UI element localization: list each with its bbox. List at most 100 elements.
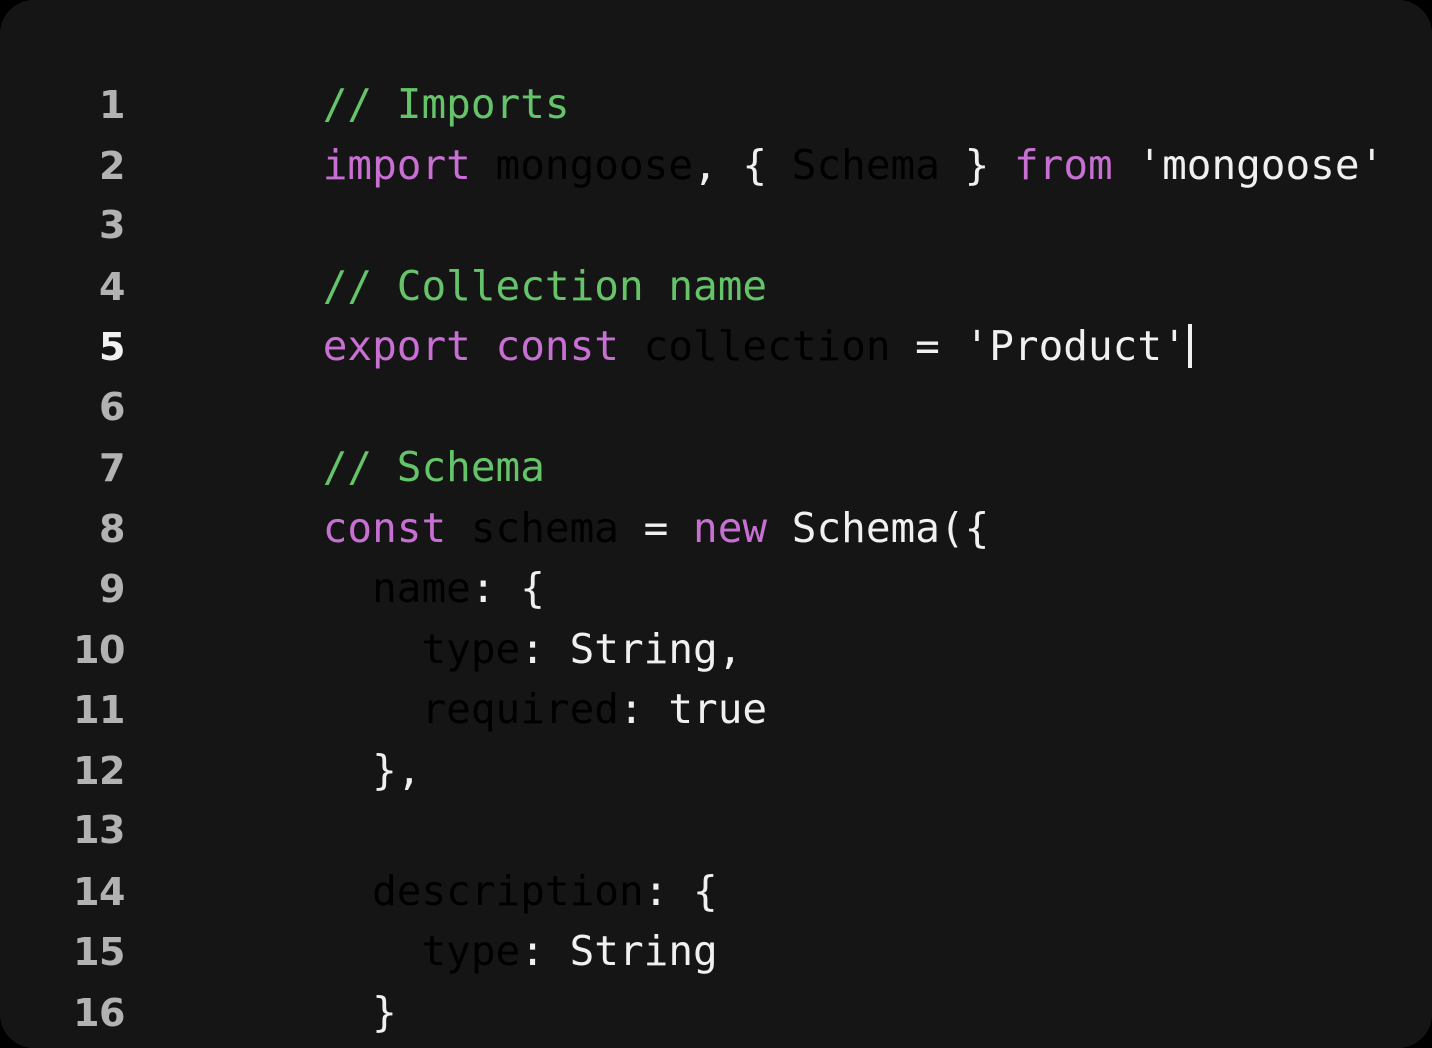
line-number: 1 [99, 83, 125, 127]
line-number: 9 [99, 567, 125, 611]
code-token-string: 'mongoose' [1137, 140, 1385, 189]
code-line[interactable]: 12 }, [0, 740, 1432, 801]
code-editor-surface: 1 // Imports 2 import mongoose, { Schema … [0, 0, 1432, 1048]
code-editor-lines[interactable]: 1 // Imports 2 import mongoose, { Schema … [0, 74, 1432, 1042]
code-token-punct: } [939, 140, 1014, 189]
text-cursor-caret [1187, 324, 1192, 368]
code-line[interactable]: 2 import mongoose, { Schema } from 'mong… [0, 135, 1432, 196]
code-line[interactable]: 8 const schema = new Schema({ [0, 498, 1432, 559]
code-token-punct: , { [693, 140, 792, 189]
code-token-plain: Schema({ [791, 503, 990, 552]
code-line-content[interactable]: // Imports [125, 74, 1432, 135]
code-token-keyword: new [693, 503, 768, 552]
line-number: 16 [73, 990, 125, 1035]
code-line-content[interactable]: required: true [125, 679, 1432, 740]
code-token-property: required [421, 685, 619, 733]
code-token-property: description [372, 866, 644, 915]
code-token-identifier: mongoose [495, 140, 694, 189]
line-number: 4 [99, 264, 125, 309]
code-token-punct: : [520, 624, 570, 673]
code-token-comment: // Imports [322, 80, 570, 128]
code-line-content[interactable]: type: String, [125, 619, 1432, 680]
line-number: 11 [73, 688, 125, 732]
line-number: 2 [99, 143, 125, 188]
code-token-punct: : [618, 685, 669, 733]
line-number: 15 [73, 930, 125, 974]
line-number: 5 [99, 325, 125, 369]
code-line-content[interactable]: export const collection = 'Product' [125, 316, 1432, 377]
code-token-punct: }, [372, 745, 422, 794]
code-token-property: type [421, 624, 521, 673]
code-line-content[interactable]: }, [125, 740, 1432, 801]
code-token-op: = [618, 503, 694, 552]
code-line-content[interactable]: description: { [125, 861, 1432, 922]
code-token-comment: // Schema [322, 443, 545, 491]
code-line-content[interactable]: import mongoose, { Schema } from 'mongoo… [125, 135, 1432, 196]
line-number: 8 [99, 506, 125, 551]
code-token-op: = [890, 322, 965, 370]
code-line-content[interactable]: } [125, 982, 1432, 1043]
line-number: 6 [99, 384, 125, 429]
code-line[interactable]: 14 description: { [0, 861, 1432, 922]
code-line[interactable]: 16 } [0, 982, 1432, 1043]
code-line[interactable]: 13 [0, 800, 1432, 861]
code-token-keyword: import [322, 140, 471, 189]
code-line-content[interactable]: name: { [125, 558, 1432, 619]
code-line[interactable]: 4 // Collection name [0, 256, 1432, 317]
code-token-punct: } [372, 987, 397, 1036]
code-token-comment: // Collection name [322, 261, 768, 310]
code-line[interactable]: 10 type: String, [0, 619, 1432, 680]
code-token-punct: : { [643, 866, 718, 915]
code-line[interactable]: 1 // Imports [0, 74, 1432, 135]
code-token-property: type [421, 927, 521, 975]
code-token-punct: : [520, 927, 570, 975]
code-token-string: 'Product' [964, 322, 1187, 370]
code-line[interactable]: 5 export const collection = 'Product' [0, 316, 1432, 377]
code-line[interactable]: 9 name: { [0, 558, 1432, 619]
line-number: 10 [73, 627, 125, 672]
code-line-content[interactable]: // Schema [125, 437, 1432, 498]
code-token-keyword: from [1013, 140, 1113, 189]
code-token-plain: String [569, 927, 718, 975]
code-token-identifier: collection [643, 322, 891, 370]
line-number: 3 [99, 203, 125, 247]
code-line-content[interactable]: // Collection name [125, 256, 1432, 317]
code-token-property: name [372, 564, 471, 612]
code-token-plain: true [668, 685, 768, 733]
code-line[interactable]: 7 // Schema [0, 437, 1432, 498]
line-number: 14 [73, 869, 125, 914]
code-token-plain: String, [569, 624, 743, 673]
code-token-keyword: export const [322, 322, 619, 370]
code-line-content[interactable]: const schema = new Schema({ [125, 498, 1432, 559]
code-line[interactable]: 15 type: String [0, 921, 1432, 982]
line-number: 13 [73, 808, 125, 852]
code-token-identifier: Schema [791, 140, 940, 189]
code-line-content[interactable]: type: String [125, 921, 1432, 982]
code-line[interactable]: 11 required: true [0, 679, 1432, 740]
code-line[interactable]: 6 [0, 377, 1432, 438]
code-token-identifier: schema [470, 503, 619, 552]
code-token-punct: : { [470, 564, 545, 612]
line-number: 12 [73, 748, 125, 793]
line-number: 7 [99, 446, 125, 490]
code-line[interactable]: 3 [0, 195, 1432, 256]
code-token-keyword: const [322, 503, 447, 552]
